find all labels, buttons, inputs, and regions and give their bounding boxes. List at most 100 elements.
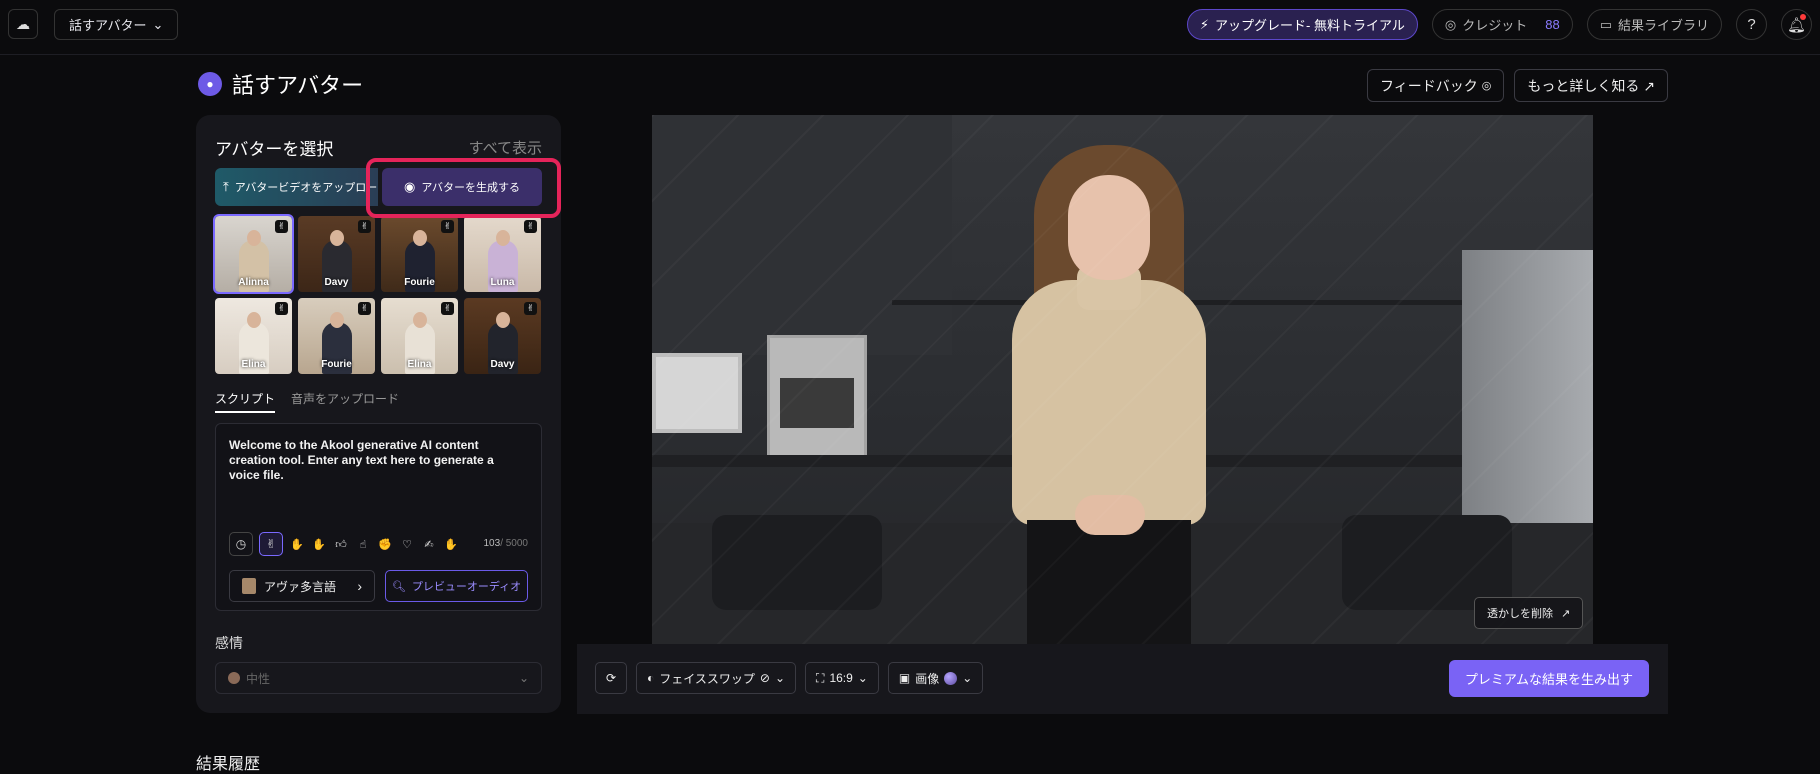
feedback-button[interactable]: フィードバック ◎	[1367, 69, 1505, 102]
arrow-up-right-icon: ↗	[1561, 607, 1571, 620]
avatar-name: Elina	[241, 359, 266, 370]
avatar-preview: 透かしを削除 ↗	[652, 115, 1593, 644]
gesture-wave-icon[interactable]: ✌	[259, 532, 283, 556]
image-ball-icon	[944, 671, 958, 685]
feedback-label: フィードバック	[1380, 77, 1478, 94]
voice-avatar	[242, 578, 256, 594]
emotion-label: 感情	[215, 635, 243, 651]
credits-badge[interactable]: ◎ クレジット 88	[1431, 9, 1573, 40]
gesture-clap-icon[interactable]: ✋	[289, 536, 305, 552]
face-swap-button[interactable]: ◐ フェイススワップ ⊘ ⌄	[636, 662, 797, 694]
product-dropdown[interactable]: 話すアバター ⌄	[54, 9, 179, 40]
gesture-badge-icon: ✌	[441, 302, 454, 315]
help-button[interactable]: ?	[1736, 9, 1767, 40]
char-max: / 5000	[500, 538, 528, 549]
gesture-open-hands-icon[interactable]: ✋	[311, 536, 327, 552]
gesture-wave-bye-icon[interactable]: ✋	[443, 536, 459, 552]
upload-avatar-video-label: アバタービデオをアップロード	[234, 182, 378, 194]
chevron-right-icon: ›	[357, 578, 362, 594]
tab-script[interactable]: スクリプト	[215, 390, 276, 413]
emotion-select[interactable]: 中性 ⌄	[215, 662, 542, 694]
preview-audio-button[interactable]: 🔍︎ プレビューオーディオ	[385, 570, 528, 602]
emotion-face-icon	[228, 672, 240, 684]
search-icon: 🔍︎	[391, 580, 406, 593]
avatar-head	[329, 230, 344, 246]
tab-upload-audio[interactable]: 音声をアップロード	[291, 390, 399, 413]
gesture-badge-icon: ✌	[441, 220, 454, 233]
remove-watermark-label: 透かしを削除	[1487, 608, 1553, 620]
avatar-name: Fourie	[404, 277, 435, 288]
aspect-ratio-label: 16:9	[829, 671, 853, 685]
logo-icon[interactable]: ☁	[8, 9, 38, 39]
generation-toolbar: ⟳ ◐ フェイススワップ ⊘ ⌄ ⛶ 16:9 ⌄ ▣ 画像 ⌄ プレミアムな結…	[577, 644, 1668, 714]
image-quality-button[interactable]: ▣ 画像 ⌄	[887, 662, 984, 694]
product-dropdown-label: 話すアバター	[69, 18, 147, 33]
avatar-card[interactable]: ✌ Davy	[464, 298, 541, 374]
aspect-ratio-button[interactable]: ⛶ 16:9 ⌄	[805, 662, 879, 694]
chevron-down-icon: ⌄	[857, 671, 868, 685]
credits-label: クレジット	[1462, 18, 1528, 33]
char-counter: 103/ 5000	[484, 538, 529, 549]
chevron-down-icon: ⌄	[774, 671, 786, 685]
lightning-icon: ⚡	[1199, 16, 1210, 32]
upload-avatar-video-button[interactable]: ⤒ アバタービデオをアップロード	[215, 168, 378, 206]
results-history-heading: 結果履歴	[196, 756, 261, 773]
avatar-card[interactable]: ✌ Alinna	[213, 214, 294, 294]
avatar-card[interactable]: ✌ Davy	[298, 216, 375, 292]
gesture-badge-icon: ✌	[358, 220, 371, 233]
script-text[interactable]: Welcome to the Akool generative AI conte…	[229, 438, 519, 483]
image-label: 画像	[915, 671, 940, 686]
avatar-head	[412, 312, 427, 328]
gesture-badge-icon: ✌	[358, 302, 371, 315]
learn-more-button[interactable]: もっと詳しく知る ↗	[1514, 69, 1668, 102]
avatar-card[interactable]: ✌ Elina	[215, 298, 292, 374]
avatar-head	[329, 312, 344, 328]
emotion-value: 中性	[246, 671, 271, 686]
highlight-box	[366, 158, 561, 218]
avatar-card[interactable]: ✌ Fourie	[298, 298, 375, 374]
expand-icon: ⛶	[816, 670, 825, 685]
upgrade-button[interactable]: ⚡ アップグレード- 無料トライアル	[1186, 9, 1418, 40]
help-label: ?	[1747, 16, 1756, 33]
notification-button[interactable]: 🔔︎	[1781, 9, 1812, 40]
chevron-down-icon: ⌄	[518, 671, 529, 685]
avatar-name: Fourie	[321, 359, 352, 370]
avatar-card[interactable]: ✌ Luna	[464, 216, 541, 292]
refresh-button[interactable]: ⟳	[595, 662, 627, 694]
page-title: ● 話すアバター	[198, 68, 363, 100]
avatar-name: Alinna	[238, 277, 269, 288]
avatar-name: Davy	[490, 359, 515, 370]
avatar-head	[246, 230, 261, 246]
select-avatar-heading: アバターを選択	[215, 140, 334, 159]
voice-select-button[interactable]: アヴァ多言語 ›	[229, 570, 375, 602]
avatar-head	[495, 230, 510, 246]
remove-watermark-button[interactable]: 透かしを削除 ↗	[1474, 597, 1584, 629]
avatar-card[interactable]: ✌ Fourie	[381, 216, 458, 292]
script-editor[interactable]: Welcome to the Akool generative AI conte…	[215, 423, 542, 611]
avatar-name: Elina	[407, 359, 432, 370]
gesture-heart-icon[interactable]: ♡	[399, 536, 415, 552]
gesture-point-icon[interactable]: ☝	[355, 536, 371, 552]
chevron-down-icon: ⌄	[152, 16, 164, 32]
results-library-button[interactable]: ▭ 結果ライブラリ	[1586, 9, 1722, 40]
face-swap-icon: ◐	[647, 671, 655, 685]
coin-icon: ◎	[1444, 16, 1457, 32]
disabled-icon: ⊘	[759, 671, 770, 685]
avatar-card[interactable]: ✌ Elina	[381, 298, 458, 374]
char-count: 103	[483, 538, 501, 549]
refresh-icon: ⟳	[605, 671, 617, 685]
gesture-bow-icon[interactable]: ✍	[421, 536, 437, 552]
gesture-shrug-icon[interactable]: ✊	[377, 536, 393, 552]
image-icon: ▣	[898, 671, 911, 685]
upload-icon: ⤒	[223, 179, 229, 194]
clock-icon[interactable]: ◷	[229, 532, 253, 556]
watermark-overlay	[652, 115, 1593, 644]
preview-audio-label: プレビューオーディオ	[411, 581, 522, 593]
avatar-name: Luna	[490, 277, 515, 288]
thumbs-up-icon[interactable]: 👍︎	[333, 536, 349, 552]
show-all-link[interactable]: すべて表示	[469, 137, 542, 158]
upgrade-label: アップグレード- 無料トライアル	[1215, 18, 1405, 33]
gesture-badge-icon: ✌	[275, 302, 288, 315]
generate-premium-button[interactable]: プレミアムな結果を生み出す	[1448, 660, 1649, 697]
gesture-badge-icon: ✌	[524, 302, 537, 315]
